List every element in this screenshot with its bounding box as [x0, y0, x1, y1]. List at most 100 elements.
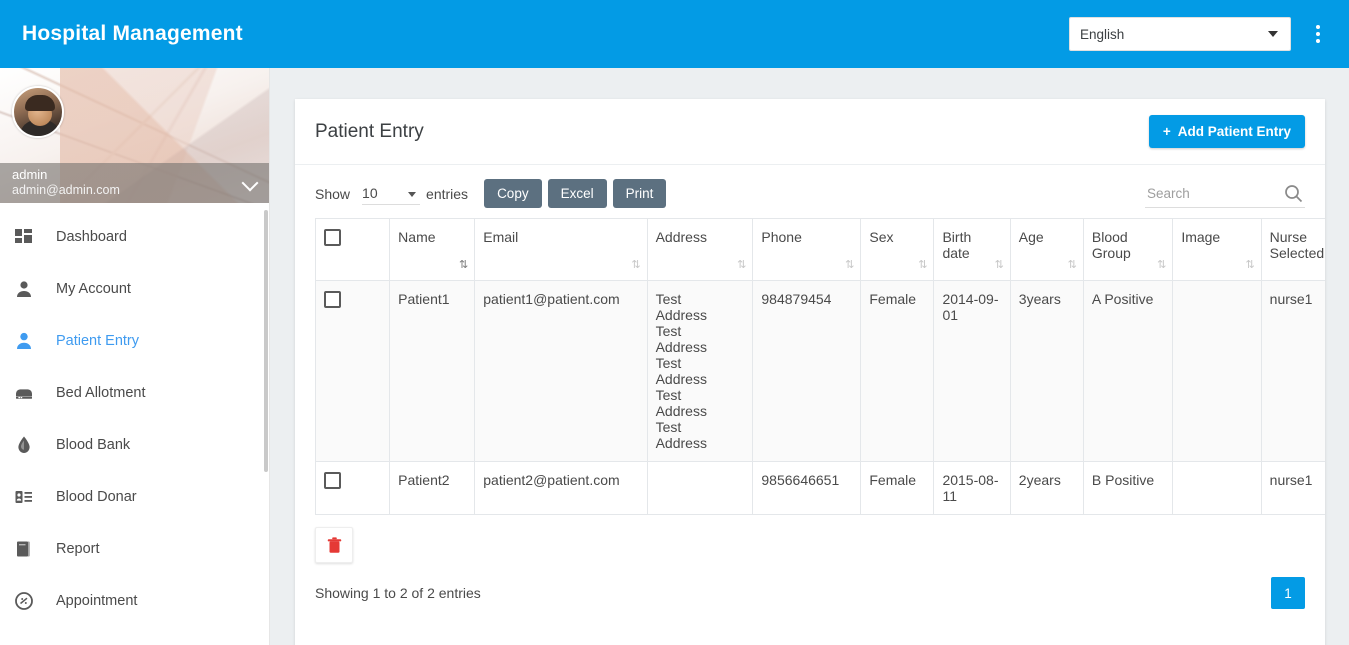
column-header-label: Birth date: [942, 229, 972, 261]
search-icon[interactable]: [1284, 184, 1303, 203]
sort-toggle-icon[interactable]: ⇅: [918, 258, 927, 271]
address-line: Address: [655, 339, 707, 355]
column-header-email[interactable]: Email ⇅: [474, 218, 648, 281]
sidebar-item-my-account[interactable]: My Account: [0, 263, 269, 315]
cell-blood-group: A Positive: [1082, 280, 1174, 462]
column-header-name[interactable]: Name ⇅: [389, 218, 476, 281]
language-select[interactable]: English: [1069, 17, 1291, 51]
sort-toggle-icon[interactable]: ⇅: [631, 258, 640, 271]
blood-donor-icon: [15, 491, 32, 503]
sort-toggle-icon[interactable]: ⇅: [845, 258, 854, 271]
bulk-delete-button[interactable]: [315, 527, 353, 563]
sidebar-item-appointment[interactable]: Appointment: [0, 575, 269, 627]
cell-image: [1172, 461, 1262, 515]
sidebar-scrollbar[interactable]: [264, 210, 268, 472]
sort-ascending-icon[interactable]: ⇅: [459, 258, 468, 271]
sidebar-item-bed-allotment[interactable]: Bed Allotment: [0, 367, 269, 419]
table-row: Patient1 patient1@patient.com Test Address T…: [314, 280, 1325, 462]
copy-button[interactable]: Copy: [484, 179, 542, 208]
column-header-label: Address: [655, 229, 707, 245]
sidebar-item-label: Dashboard: [56, 229, 127, 245]
language-select-value: English: [1080, 26, 1125, 42]
sidebar-item-label: Blood Bank: [56, 437, 131, 453]
profile-name: admin: [12, 167, 48, 183]
column-header-label: Blood Group: [1091, 229, 1131, 261]
sort-toggle-icon[interactable]: ⇅: [995, 258, 1004, 271]
add-patient-entry-button[interactable]: + Add Patient Entry: [1148, 115, 1305, 148]
search-input[interactable]: [1145, 184, 1275, 202]
table-toolbar: Show 10 entries Copy Excel Print: [295, 165, 1325, 218]
pagination-page-1[interactable]: 1: [1271, 577, 1305, 609]
avatar[interactable]: [12, 86, 64, 138]
row-checkbox[interactable]: [324, 472, 341, 489]
user-icon: [17, 281, 31, 297]
cell-nurse-selected: nurse1: [1260, 461, 1325, 515]
sidebar-item-blood-bank[interactable]: Blood Bank: [0, 419, 269, 471]
column-header-label: Age: [1018, 229, 1044, 245]
table-scroll-container[interactable]: Name ⇅ Email ⇅ Address ⇅ Phone ⇅ Sex ⇅ Birth date ⇅…: [295, 218, 1325, 515]
page-length-value: 10: [362, 185, 378, 201]
column-header-select: [314, 218, 391, 281]
sort-toggle-icon[interactable]: ⇅: [1157, 258, 1166, 271]
address-line: Test: [655, 291, 682, 307]
table-body: Patient1 patient1@patient.com Test Address T…: [314, 280, 1325, 515]
address-line: Address: [655, 307, 707, 323]
address-line: Test: [655, 323, 682, 339]
entries-label: entries: [426, 185, 469, 202]
sidebar-item-dashboard[interactable]: Dashboard: [0, 211, 269, 263]
plus-icon: +: [1162, 124, 1171, 139]
sidebar: admin admin@admin.com Dashboard My Accoun…: [0, 68, 270, 645]
search-box: [1145, 180, 1305, 208]
select-all-checkbox[interactable]: [324, 229, 341, 246]
sidebar-nav: Dashboard My Account Patient Entry Bed Allo…: [0, 203, 269, 645]
column-header-age[interactable]: Age ⇅: [1009, 218, 1084, 281]
pagination: 1: [1271, 577, 1305, 609]
blood-drop-icon: [14, 433, 46, 457]
column-header-label: Image: [1181, 229, 1221, 245]
address-line: Test: [655, 419, 682, 435]
card-header: Patient Entry + Add Patient Entry: [295, 99, 1325, 165]
dashboard-icon: [15, 229, 32, 243]
column-header-phone[interactable]: Phone ⇅: [752, 218, 862, 281]
profile-info-strip[interactable]: admin admin@admin.com: [0, 163, 269, 203]
table-info-text: Showing 1 to 2 of 2 entries: [315, 585, 481, 601]
sidebar-item-report[interactable]: Report: [0, 523, 269, 575]
row-select-cell: [314, 280, 391, 462]
chevron-down-icon: [408, 191, 417, 197]
sidebar-item-patient-entry[interactable]: Patient Entry: [0, 315, 269, 367]
row-checkbox[interactable]: [324, 291, 341, 308]
sort-toggle-icon[interactable]: ⇅: [1068, 258, 1077, 271]
column-header-image[interactable]: Image ⇅: [1172, 218, 1262, 281]
row-select-cell: [314, 461, 391, 515]
cell-name: Patient2: [389, 461, 476, 515]
header-right-group: English: [1069, 14, 1349, 54]
page-length-select[interactable]: 10: [362, 183, 421, 205]
sidebar-item-blood-donar[interactable]: Blood Donar: [0, 471, 269, 523]
column-header-address[interactable]: Address ⇅: [646, 218, 754, 281]
cell-sex: Female: [860, 280, 935, 462]
card-footer: Showing 1 to 2 of 2 entries 1: [295, 563, 1325, 609]
print-button[interactable]: Print: [612, 179, 667, 208]
column-header-blood-group[interactable]: Blood Group ⇅: [1082, 218, 1174, 281]
column-header-label: Sex: [869, 229, 894, 245]
report-book-icon: [17, 541, 30, 557]
column-header-label: Email: [483, 229, 519, 245]
excel-button[interactable]: Excel: [547, 179, 607, 208]
kebab-menu-icon[interactable]: [1301, 14, 1335, 54]
sort-toggle-icon[interactable]: ⇅: [1245, 258, 1254, 271]
cell-address: [646, 461, 754, 515]
column-header-birth-date[interactable]: Birth date ⇅: [933, 218, 1011, 281]
address-line: Test: [655, 355, 682, 371]
sort-toggle-icon[interactable]: ⇅: [737, 258, 746, 271]
cell-sex: Female: [860, 461, 935, 515]
column-header-sex[interactable]: Sex ⇅: [860, 218, 935, 281]
sidebar-item-prescription[interactable]: Prescription: [0, 627, 269, 645]
column-header-label: Nurse Selected: [1269, 229, 1325, 261]
sidebar-item-label: Bed Allotment: [56, 385, 146, 401]
add-patient-entry-label: Add Patient Entry: [1177, 124, 1291, 139]
chevron-down-icon[interactable]: [241, 174, 259, 192]
column-header-label: Phone: [761, 229, 802, 245]
clock-icon: [15, 592, 33, 610]
dashboard-icon: [14, 225, 46, 249]
column-header-nurse-selected[interactable]: Nurse Selected⇅: [1260, 218, 1325, 281]
